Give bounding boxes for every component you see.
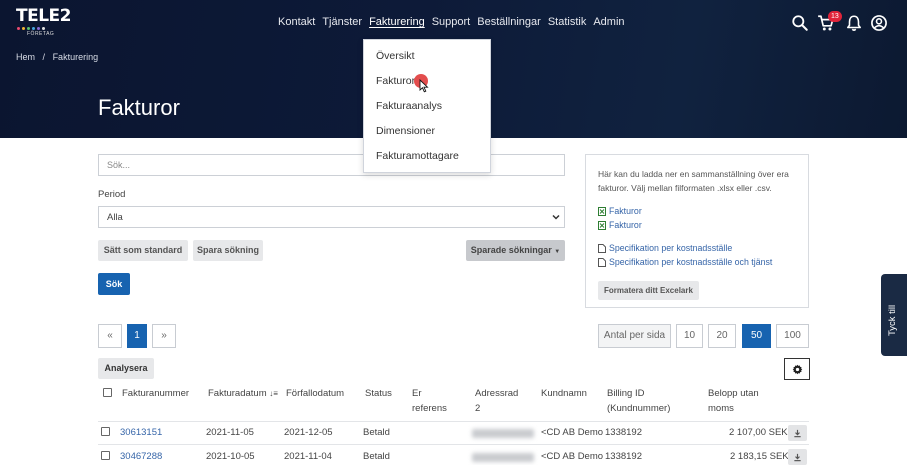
menu-item-oversikt[interactable]: Översikt (364, 44, 490, 69)
feedback-tab-label: Tyck till (887, 304, 898, 336)
logo-text: TELE2 (16, 6, 71, 26)
caret-down-icon: ▼ (554, 249, 561, 255)
invoice-number-link[interactable]: 30613151 (120, 427, 162, 438)
col-billing-id[interactable]: Billing ID (Kundnummer) (607, 386, 670, 416)
row-checkbox[interactable] (101, 451, 110, 460)
col-reference[interactable]: Er referens (412, 386, 447, 416)
page-title: Fakturor (98, 95, 180, 120)
feedback-tab[interactable]: Tyck till (881, 274, 907, 356)
search-icon[interactable] (791, 14, 809, 32)
per-page-10[interactable]: 10 (676, 324, 703, 348)
download-icon (794, 429, 801, 437)
set-default-button[interactable]: Sätt som standard (98, 240, 188, 261)
col-address-2[interactable]: Adressrad 2 (475, 386, 518, 416)
logo-subtitle: FÖRETAG (27, 31, 55, 37)
spec-link-costcenter-service[interactable]: Specifikation per kostnadsställe och tjä… (598, 255, 796, 269)
redacted-address (472, 429, 534, 438)
invoice-date: 2021-11-05 (206, 427, 254, 438)
mouse-pointer-icon (419, 79, 429, 93)
amount: 2 183,15 SEK (730, 451, 789, 462)
main-nav: Kontakt Tjänster Fakturering Support Bes… (278, 16, 632, 28)
col-invoice-date[interactable]: Fakturadatum ↓≡ (208, 386, 278, 401)
customer-name: <CD AB Demo (541, 451, 604, 462)
per-page-20[interactable]: 20 (708, 324, 736, 348)
billing-id: 1338192 (605, 427, 642, 438)
cart-count-badge: 13 (828, 11, 842, 22)
billing-id: 1338192 (605, 451, 642, 462)
select-all-checkbox[interactable] (103, 388, 112, 397)
status: Betald (363, 451, 390, 462)
analyse-button[interactable]: Analysera (98, 358, 154, 379)
table-header-divider (98, 421, 809, 422)
customer-name: <CD AB Demo (541, 427, 604, 438)
search-button[interactable]: Sök (98, 273, 130, 295)
due-date: 2021-12-05 (284, 427, 333, 438)
download-button[interactable] (788, 425, 807, 441)
col-invoice-number[interactable]: Fakturanummer (122, 386, 189, 401)
bell-icon[interactable] (845, 14, 863, 32)
tele2-logo[interactable]: TELE2 FÖRETAG (16, 6, 71, 37)
table-settings-button[interactable] (784, 358, 810, 380)
nav-statistik[interactable]: Statistik (548, 16, 587, 28)
nav-fakturering[interactable]: Fakturering (369, 16, 425, 28)
col-amount[interactable]: Belopp utan moms (708, 386, 759, 416)
col-due-date[interactable]: Förfallodatum (286, 386, 344, 401)
logo-dots (17, 27, 71, 30)
breadcrumb-separator: / (42, 52, 46, 62)
nav-tjanster[interactable]: Tjänster (322, 16, 362, 28)
nav-bestallningar[interactable]: Beställningar (477, 16, 541, 28)
csv-file-icon (598, 220, 606, 230)
excel-link-2[interactable]: Fakturor (598, 218, 796, 232)
breadcrumb-home[interactable]: Hem (16, 52, 35, 62)
fakturering-dropdown-menu: Översikt Fakturor Fakturaanalys Dimensio… (363, 39, 491, 173)
user-account-icon[interactable] (870, 14, 888, 32)
sort-icon: ↓≡ (269, 389, 278, 398)
format-excel-button[interactable]: Formatera ditt Excelark (598, 281, 699, 300)
col-customer-name[interactable]: Kundnamn (541, 386, 587, 401)
menu-item-fakturamottagare[interactable]: Fakturamottagare (364, 144, 490, 169)
per-page-50[interactable]: 50 (742, 324, 771, 348)
breadcrumb: Hem / Fakturering (16, 52, 98, 62)
menu-item-dimensioner[interactable]: Dimensioner (364, 119, 490, 144)
document-icon (598, 243, 606, 253)
nav-kontakt[interactable]: Kontakt (278, 16, 315, 28)
breadcrumb-current: Fakturering (52, 52, 99, 62)
excel-file-icon (598, 206, 606, 216)
pagination-next[interactable]: » (152, 324, 176, 348)
due-date: 2021-11-04 (284, 451, 332, 462)
download-info-box: Här kan du ladda ner en sammanställning … (585, 154, 809, 308)
period-label: Period (98, 189, 126, 200)
status: Betald (363, 427, 390, 438)
chevron-down-icon (552, 214, 560, 220)
gear-icon (792, 364, 802, 374)
row-divider (98, 444, 809, 445)
per-page-label: Antal per sida (598, 324, 671, 348)
download-button[interactable] (788, 449, 807, 465)
pagination-prev[interactable]: « (98, 324, 122, 348)
per-page-100[interactable]: 100 (776, 324, 809, 348)
nav-support[interactable]: Support (432, 16, 471, 28)
spec-link-costcenter[interactable]: Specifikation per kostnadsställe (598, 241, 796, 255)
search-input[interactable]: Sök... (98, 154, 565, 176)
period-select[interactable]: Alla (98, 206, 565, 228)
menu-item-fakturaanalys[interactable]: Fakturaanalys (364, 94, 490, 119)
col-status[interactable]: Status (365, 386, 392, 401)
download-icon (794, 453, 801, 461)
invoice-number-link[interactable]: 30467288 (120, 451, 162, 462)
nav-admin[interactable]: Admin (593, 16, 624, 28)
document-icon (598, 257, 606, 267)
excel-link-1[interactable]: Fakturor (598, 204, 796, 218)
saved-searches-button[interactable]: Sparade sökningar ▼ (466, 240, 565, 261)
period-select-value: Alla (107, 212, 123, 223)
amount: 2 107,00 SEK (729, 427, 788, 438)
invoice-date: 2021-10-05 (206, 451, 255, 462)
info-description: Här kan du ladda ner en sammanställning … (598, 169, 789, 193)
save-search-button[interactable]: Spara sökning (193, 240, 263, 261)
pagination-page-1[interactable]: 1 (127, 324, 147, 348)
saved-searches-label: Sparade sökningar (470, 245, 552, 255)
row-checkbox[interactable] (101, 427, 110, 436)
redacted-address (472, 453, 534, 462)
